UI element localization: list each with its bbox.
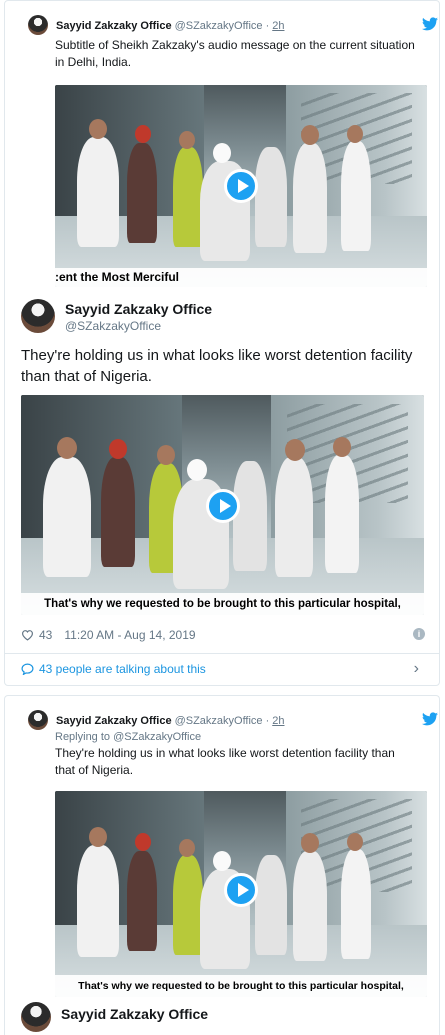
avatar[interactable]	[28, 15, 48, 35]
speech-bubble-icon	[21, 663, 34, 675]
quoted-tweet[interactable]: Sayyid Zakzaky Office @SZakzakyOffice · …	[28, 15, 438, 71]
play-icon[interactable]	[206, 489, 240, 523]
replying-to-handle[interactable]: @SZakzakyOffice	[113, 731, 201, 743]
video-caption: :ent the Most Merciful	[55, 268, 427, 287]
quoted-tweet-time[interactable]: 2h	[272, 20, 284, 32]
quoted-video-thumbnail[interactable]: That's why we requested to be brought to…	[55, 791, 427, 997]
replying-to: Replying to @SZakzakyOffice	[55, 731, 428, 743]
quoted-tweet-header: Sayyid Zakzaky Office @SZakzakyOffice · …	[28, 710, 438, 730]
author-handle[interactable]: @SZakzakyOffice	[65, 319, 161, 333]
separator-dot: ·	[265, 20, 270, 32]
avatar[interactable]	[21, 299, 55, 333]
conversation-count-text[interactable]: 43 people are talking about this	[39, 662, 206, 676]
video-caption: That's why we requested to be brought to…	[55, 975, 427, 997]
avatar[interactable]	[28, 710, 48, 730]
play-icon[interactable]	[224, 873, 258, 907]
twitter-bird-icon[interactable]	[422, 17, 438, 31]
quoted-author-handle[interactable]: @SZakzakyOffice	[175, 715, 263, 727]
quoted-tweet-time[interactable]: 2h	[272, 715, 284, 727]
quoted-author-name[interactable]: Sayyid Zakzaky Office	[56, 20, 172, 32]
quoted-author-handle[interactable]: @SZakzakyOffice	[175, 20, 263, 32]
author-name[interactable]: Sayyid Zakzaky Office	[61, 1006, 208, 1022]
quoted-tweet-text: They're holding us in what looks like wo…	[55, 746, 395, 777]
heart-icon[interactable]	[21, 629, 34, 641]
tweet-timestamp[interactable]: 11:20 AM - Aug 14, 2019	[64, 628, 195, 642]
embedded-tweet-card: Sayyid Zakzaky Office @SZakzakyOffice · …	[4, 0, 440, 686]
quoted-author-name[interactable]: Sayyid Zakzaky Office	[56, 715, 172, 727]
tweet-author[interactable]: Sayyid Zakzaky Office @SZakzakyOffice	[21, 299, 421, 339]
author-name[interactable]: Sayyid Zakzaky Office	[65, 301, 212, 317]
play-icon[interactable]	[224, 169, 258, 203]
tweet-text: They're holding us in what looks like wo…	[21, 347, 413, 385]
quoted-tweet-header: Sayyid Zakzaky Office @SZakzakyOffice · …	[28, 15, 438, 35]
separator-dot: ·	[265, 715, 270, 727]
info-icon[interactable]: i	[413, 628, 425, 640]
video-thumbnail[interactable]: That's why we requested to be brought to…	[21, 395, 424, 615]
divider	[5, 653, 439, 654]
tweet-meta: 43 11:20 AM - Aug 14, 2019 i	[21, 626, 425, 644]
video-caption: That's why we requested to be brought to…	[21, 593, 424, 615]
quoted-video-thumbnail[interactable]: :ent the Most Merciful	[55, 85, 427, 287]
conversation-link[interactable]: 43 people are talking about this	[21, 662, 206, 676]
twitter-bird-icon[interactable]	[422, 712, 438, 726]
avatar[interactable]	[21, 1002, 51, 1032]
chevron-right-icon[interactable]: ›	[414, 660, 419, 678]
embedded-tweet-card: Sayyid Zakzaky Office @SZakzakyOffice · …	[4, 695, 440, 1035]
quoted-tweet[interactable]: Sayyid Zakzaky Office @SZakzakyOffice · …	[28, 710, 438, 779]
like-count[interactable]: 43	[39, 628, 52, 642]
quoted-tweet-text: Subtitle of Sheikh Zakzaky's audio messa…	[55, 38, 415, 69]
replying-prefix: Replying to	[55, 731, 111, 743]
